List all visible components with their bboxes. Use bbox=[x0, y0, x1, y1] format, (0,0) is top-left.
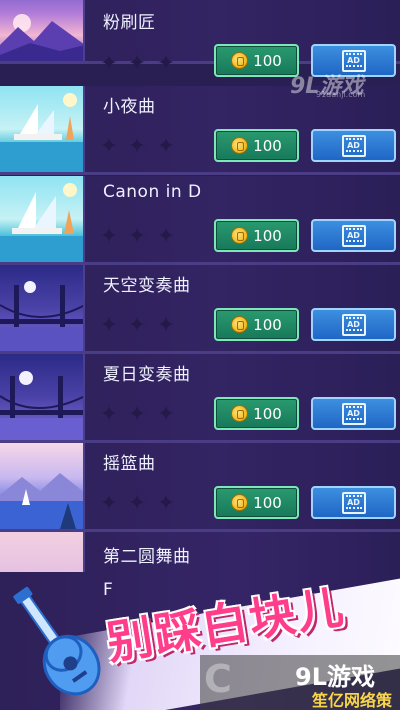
song-thumbnail bbox=[0, 86, 85, 172]
song-row[interactable]: 夏日变奏曲 ✦ ✦ ✦ 100 AD bbox=[0, 354, 400, 443]
coin-unlock-button[interactable]: 100 bbox=[214, 219, 299, 252]
film-ad-icon: AD bbox=[341, 402, 366, 425]
watermark-caption: 笙亿网络策划 bbox=[312, 691, 393, 710]
song-row[interactable]: 摇篮曲 ✦ ✦ ✦ 100 AD bbox=[0, 443, 400, 532]
coin-unlock-button[interactable]: 100 bbox=[214, 308, 299, 341]
watermark-letter: C bbox=[204, 657, 232, 701]
watermark-bottom: C 9L游戏 笙亿网络策划 bbox=[200, 655, 400, 710]
coin-price: 100 bbox=[253, 51, 282, 70]
coin-icon bbox=[231, 137, 249, 154]
star-rating: ✦ ✦ ✦ bbox=[98, 53, 198, 77]
star-icon: ✦ bbox=[127, 491, 147, 516]
song-thumbnail bbox=[0, 354, 85, 440]
star-icon: ✦ bbox=[127, 402, 147, 427]
coin-price: 100 bbox=[253, 493, 282, 512]
song-thumbnail bbox=[0, 532, 85, 572]
film-ad-icon: AD bbox=[341, 491, 366, 514]
watch-ad-button[interactable]: AD bbox=[311, 219, 396, 252]
song-title: 小夜曲 bbox=[103, 97, 156, 117]
coin-icon bbox=[231, 52, 249, 69]
star-icon: ✦ bbox=[156, 402, 176, 427]
watch-ad-button[interactable]: AD bbox=[311, 486, 396, 519]
star-icon: ✦ bbox=[127, 224, 147, 249]
song-title: 夏日变奏曲 bbox=[103, 365, 191, 385]
star-rating: ✦ ✦ ✦ bbox=[98, 404, 198, 428]
star-icon: ✦ bbox=[127, 313, 147, 338]
song-title: 摇篮曲 bbox=[103, 454, 156, 474]
coin-price: 100 bbox=[253, 315, 282, 334]
song-title: Canon in D bbox=[103, 182, 202, 202]
star-icon: ✦ bbox=[127, 134, 147, 159]
coin-icon bbox=[231, 405, 249, 422]
star-icon: ✦ bbox=[99, 224, 119, 249]
coin-icon bbox=[231, 494, 249, 511]
coin-icon bbox=[231, 227, 249, 244]
coin-icon bbox=[231, 316, 249, 333]
song-row[interactable]: Canon in D ✦ ✦ ✦ 100 AD bbox=[0, 176, 400, 265]
star-icon: ✦ bbox=[156, 134, 176, 159]
star-rating: ✦ ✦ ✦ bbox=[98, 315, 198, 339]
star-icon: ✦ bbox=[99, 51, 119, 76]
watermark-url: 91danji.com bbox=[316, 90, 366, 99]
star-icon: ✦ bbox=[156, 224, 176, 249]
watch-ad-button[interactable]: AD bbox=[311, 308, 396, 341]
star-icon: ✦ bbox=[99, 491, 119, 516]
song-row[interactable]: 天空变奏曲 ✦ ✦ ✦ 100 AD bbox=[0, 265, 400, 354]
coin-unlock-button[interactable]: 100 bbox=[214, 397, 299, 430]
guitar-icon bbox=[13, 586, 101, 696]
film-ad-icon: AD bbox=[341, 134, 366, 157]
coin-unlock-button[interactable]: 100 bbox=[214, 486, 299, 519]
film-ad-icon: AD bbox=[341, 313, 366, 336]
song-thumbnail bbox=[0, 265, 85, 351]
coin-unlock-button[interactable]: 100 bbox=[214, 129, 299, 162]
coin-price: 100 bbox=[253, 404, 282, 423]
star-icon: ✦ bbox=[99, 313, 119, 338]
star-icon: ✦ bbox=[99, 402, 119, 427]
star-icon: ✦ bbox=[156, 491, 176, 516]
watch-ad-button[interactable]: AD bbox=[311, 129, 396, 162]
coin-price: 100 bbox=[253, 226, 282, 245]
song-title: 粉刷匠 bbox=[103, 13, 156, 33]
song-thumbnail bbox=[0, 0, 85, 61]
star-icon: ✦ bbox=[127, 51, 147, 76]
watch-ad-button[interactable]: AD bbox=[311, 397, 396, 430]
star-icon: ✦ bbox=[156, 51, 176, 76]
song-title: 天空变奏曲 bbox=[103, 276, 191, 296]
star-icon: ✦ bbox=[156, 313, 176, 338]
star-icon: ✦ bbox=[99, 134, 119, 159]
star-rating: ✦ ✦ ✦ bbox=[98, 493, 198, 517]
song-title: 第二圆舞曲 bbox=[103, 547, 191, 567]
watermark-logo: 9L游戏 91danji.com bbox=[290, 74, 366, 99]
coin-unlock-button[interactable]: 100 bbox=[214, 44, 299, 77]
song-thumbnail bbox=[0, 443, 85, 529]
star-rating: ✦ ✦ ✦ bbox=[98, 226, 198, 250]
star-rating: ✦ ✦ ✦ bbox=[98, 136, 198, 160]
song-row[interactable]: 粉刷匠 ✦ ✦ ✦ 100 AD bbox=[0, 0, 400, 77]
song-thumbnail bbox=[0, 176, 85, 262]
film-ad-icon: AD bbox=[341, 224, 366, 247]
coin-price: 100 bbox=[253, 136, 282, 155]
